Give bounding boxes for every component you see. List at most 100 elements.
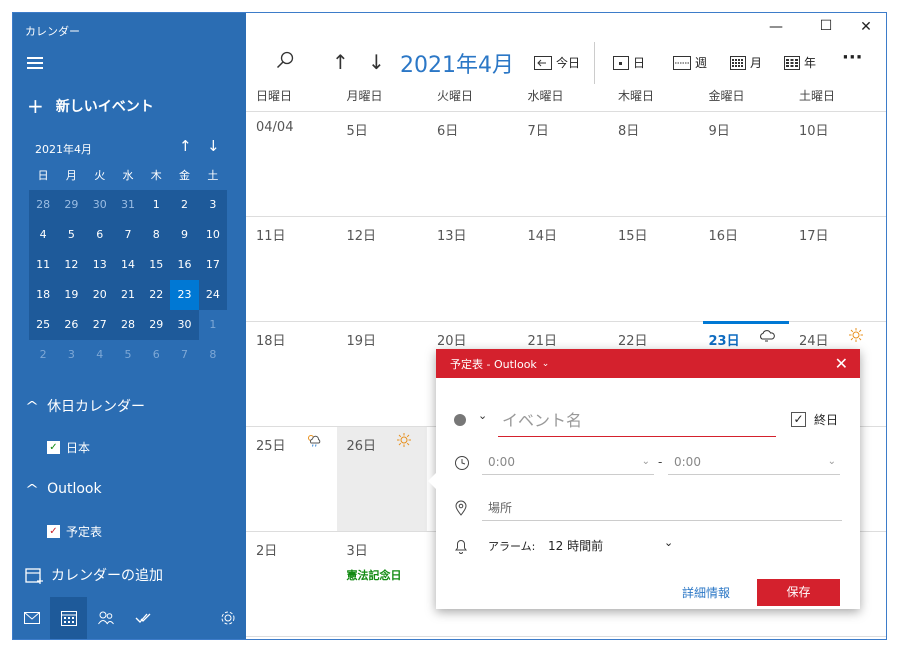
chevron-down-icon[interactable]: ⌄ — [478, 409, 487, 422]
close-icon[interactable]: ✕ — [846, 19, 886, 35]
mini-day-cell[interactable]: 14 — [113, 250, 143, 280]
mini-day-cell[interactable]: 28 — [113, 310, 143, 340]
mini-day-cell[interactable]: 11 — [29, 250, 58, 280]
mini-day-cell[interactable]: 2 — [170, 190, 199, 220]
mini-day-cell[interactable]: 24 — [198, 280, 227, 310]
mini-day-cell[interactable]: 6 — [142, 340, 170, 370]
mini-prev-month-icon[interactable]: ↑ — [179, 137, 192, 155]
calendar-icon[interactable] — [50, 597, 87, 639]
day-cell[interactable]: 16日 — [699, 217, 790, 321]
maximize-icon[interactable]: ☐ — [806, 18, 846, 34]
mini-day-cell[interactable]: 2 — [29, 340, 57, 370]
mini-day-cell[interactable]: 26 — [57, 310, 86, 340]
close-icon[interactable]: ✕ — [835, 354, 848, 373]
mini-day-cell[interactable]: 9 — [170, 220, 199, 250]
mini-day-cell[interactable]: 25 — [29, 310, 58, 340]
mini-day-cell[interactable]: 31 — [113, 190, 143, 220]
day-cell[interactable]: 8日 — [608, 112, 699, 216]
today-button[interactable]: 今日 — [534, 54, 580, 71]
day-cell[interactable]: 19日 — [337, 322, 428, 426]
mini-day-cell[interactable]: 18 — [29, 280, 58, 310]
mini-day-cell[interactable]: 22 — [142, 280, 171, 310]
mini-day-cell[interactable]: 17 — [198, 250, 227, 280]
day-cell[interactable]: 04/04 — [246, 112, 337, 216]
mini-day-cell[interactable]: 30 — [85, 190, 114, 220]
day-cell[interactable]: 13日 — [427, 217, 518, 321]
popup-header[interactable]: 予定表 - Outlook ⌄ ✕ — [436, 349, 860, 378]
mini-day-cell[interactable]: 19 — [57, 280, 86, 310]
mail-icon[interactable] — [13, 597, 50, 639]
day-cell[interactable]: 12日 — [337, 217, 428, 321]
mini-day-cell[interactable]: 27 — [85, 310, 114, 340]
popup-calendar-selector[interactable]: 予定表 - Outlook — [450, 356, 537, 372]
mini-day-cell[interactable]: 7 — [113, 220, 143, 250]
next-icon[interactable]: ↓ — [368, 50, 385, 74]
month-title[interactable]: 2021年4月 — [400, 47, 514, 79]
day-cell[interactable]: 5日 — [337, 112, 428, 216]
day-cell[interactable]: 15日 — [608, 217, 699, 321]
outlook-section-toggle[interactable]: ^ Outlook — [25, 481, 102, 497]
day-cell[interactable]: 26日 — [336, 427, 427, 531]
mini-day-cell[interactable]: 8 — [199, 340, 227, 370]
day-cell[interactable]: 11日 — [246, 217, 337, 321]
chevron-down-icon[interactable]: ⌄ — [664, 536, 673, 549]
hamburger-menu-icon[interactable] — [27, 57, 43, 69]
day-cell[interactable]: 6日 — [427, 112, 518, 216]
day-cell[interactable]: 25日 — [246, 427, 337, 531]
event-name-input[interactable] — [498, 405, 776, 437]
checkbox-icon[interactable]: ✓ — [791, 412, 806, 427]
search-icon[interactable] — [276, 51, 294, 73]
calendar-item-japan[interactable]: ✓ 日本 — [47, 439, 90, 456]
mini-day-cell[interactable]: 3 — [198, 190, 227, 220]
year-view-button[interactable]: 年 — [784, 54, 816, 71]
add-calendar-button[interactable]: カレンダーの追加 — [25, 565, 163, 585]
new-event-button[interactable]: + 新しいイベント — [27, 96, 154, 116]
mini-day-cell[interactable]: 5 — [114, 340, 142, 370]
mini-day-cell[interactable]: 7 — [170, 340, 198, 370]
mini-day-cell[interactable]: 29 — [142, 310, 171, 340]
location-input[interactable]: 場所 — [482, 497, 842, 521]
week-view-button[interactable]: 週 — [673, 54, 707, 71]
mini-day-cell[interactable]: 23 — [170, 280, 199, 310]
mini-next-month-icon[interactable]: ↓ — [207, 137, 220, 155]
mini-calendar-month[interactable]: 2021年4月 — [35, 141, 92, 157]
mini-day-cell[interactable]: 5 — [57, 220, 86, 250]
mini-day-cell[interactable]: 28 — [29, 190, 58, 220]
day-cell[interactable]: 17日 — [789, 217, 880, 321]
mini-day-cell[interactable]: 3 — [57, 340, 85, 370]
day-cell[interactable]: 2日 — [246, 532, 337, 636]
event-color-dot[interactable] — [454, 414, 466, 426]
start-time-select[interactable]: 0:00 ⌄ — [482, 451, 654, 475]
save-button[interactable]: 保存 — [757, 579, 840, 606]
mini-day-cell[interactable]: 13 — [85, 250, 114, 280]
day-cell[interactable]: 7日 — [518, 112, 609, 216]
checkbox-icon[interactable]: ✓ — [47, 441, 60, 454]
people-icon[interactable] — [87, 597, 124, 639]
checkbox-icon[interactable]: ✓ — [47, 525, 60, 538]
holiday-event[interactable]: 憲法記念日 — [347, 567, 428, 583]
day-cell[interactable]: 18日 — [246, 322, 337, 426]
month-view-button[interactable]: 月 — [730, 54, 762, 71]
alarm-select[interactable]: 12 時間前 — [548, 537, 603, 554]
previous-icon[interactable]: ↑ — [332, 50, 349, 74]
day-cell[interactable]: 3日 憲法記念日 — [337, 532, 428, 636]
mini-day-cell[interactable]: 21 — [113, 280, 143, 310]
todo-icon[interactable] — [124, 597, 161, 639]
mini-day-cell[interactable]: 16 — [170, 250, 199, 280]
mini-day-cell[interactable]: 30 — [170, 310, 199, 340]
mini-day-cell[interactable]: 4 — [86, 340, 114, 370]
day-view-button[interactable]: 日 — [613, 54, 645, 71]
mini-day-cell[interactable]: 12 — [57, 250, 86, 280]
holidays-section-toggle[interactable]: ^ 休日カレンダー — [25, 396, 145, 416]
day-cell[interactable]: 14日 — [518, 217, 609, 321]
more-details-link[interactable]: 詳細情報 — [682, 584, 730, 601]
mini-day-cell[interactable]: 20 — [85, 280, 114, 310]
day-cell[interactable]: 9日 — [699, 112, 790, 216]
all-day-checkbox[interactable]: ✓ 終日 — [791, 411, 838, 428]
mini-day-cell[interactable]: 8 — [142, 220, 171, 250]
end-time-select[interactable]: 0:00 ⌄ — [668, 451, 840, 475]
mini-day-cell[interactable]: 6 — [85, 220, 114, 250]
day-cell[interactable]: 10日 — [789, 112, 880, 216]
minimize-icon[interactable]: — — [756, 19, 796, 35]
more-options-icon[interactable]: ··· — [842, 47, 863, 68]
